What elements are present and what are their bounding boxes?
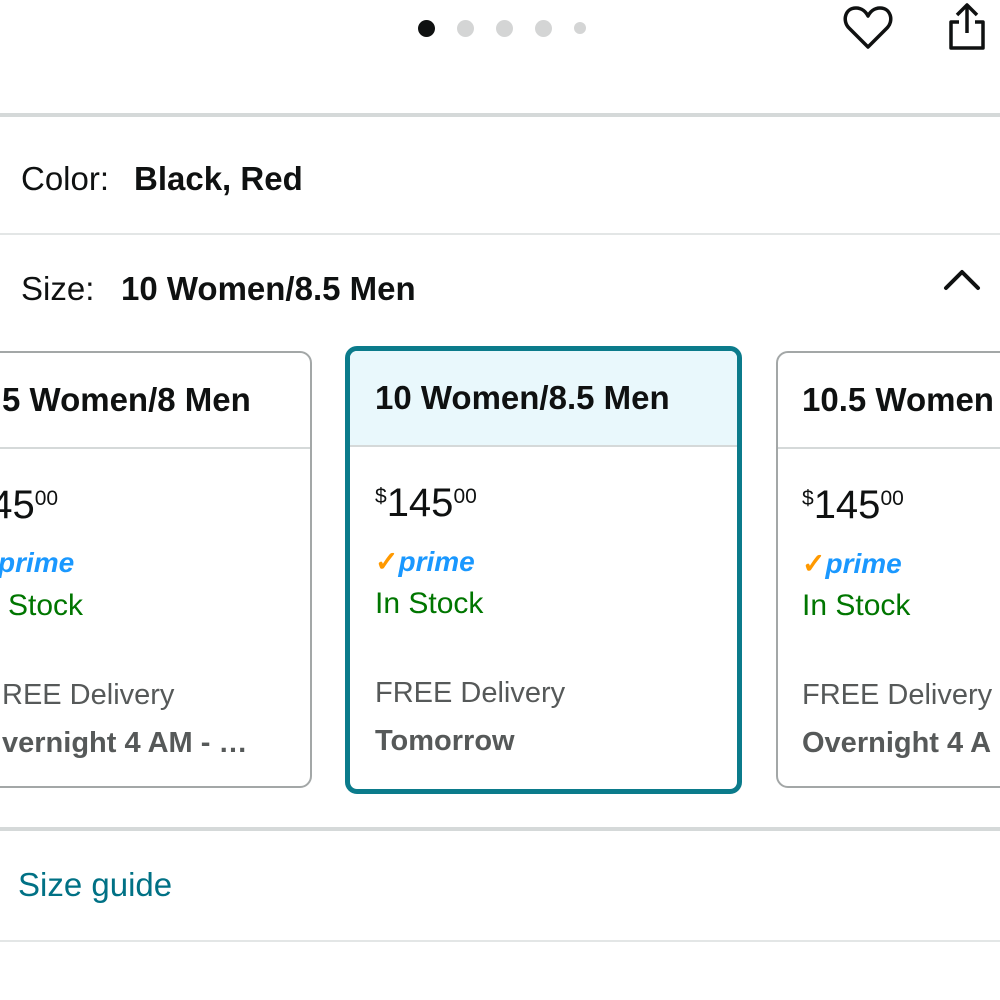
share-icon[interactable] [940, 0, 994, 54]
size-card[interactable]: 5 Women/8 Men 14500 prime Stock REE Deli… [0, 351, 312, 788]
prime-label: prime [825, 548, 902, 579]
prime-badge: ✓prime [802, 547, 902, 580]
size-card-price: $14500 [375, 481, 477, 526]
price-whole: 145 [0, 483, 35, 527]
size-label: Size: [21, 270, 95, 307]
size-value: 10 Women/8.5 Men [121, 270, 416, 307]
price-fraction: 00 [34, 487, 59, 510]
color-value: Black, Red [134, 160, 303, 197]
stock-status: In Stock [802, 589, 911, 622]
row-divider [0, 233, 1000, 235]
size-card[interactable]: 10.5 Women $14500 ✓prime In Stock FREE D… [776, 351, 1000, 788]
carousel-dot[interactable] [457, 19, 474, 37]
price-currency: $ [375, 485, 387, 508]
carousel-dot[interactable] [496, 19, 513, 37]
row-divider [0, 940, 1000, 942]
size-card-title: 10.5 Women [802, 381, 994, 418]
section-divider [0, 827, 1000, 831]
size-card-title-bar: 5 Women/8 Men [0, 353, 310, 449]
color-label: Color: [21, 160, 110, 197]
carousel-dots [418, 16, 608, 40]
price-fraction: 00 [453, 485, 477, 508]
heart-icon[interactable] [841, 0, 895, 54]
prime-badge: ✓prime [375, 545, 475, 578]
size-card-title-bar: 10 Women/8.5 Men [350, 351, 737, 447]
prime-check-icon: ✓ [802, 548, 826, 579]
carousel-dot-active[interactable] [418, 19, 435, 37]
price-currency: $ [802, 487, 814, 510]
prime-check-icon: ✓ [375, 546, 399, 577]
carousel-dot[interactable] [535, 19, 552, 37]
prime-label: prime [0, 547, 75, 578]
size-card-price: 14500 [0, 483, 58, 528]
delivery-label: FREE Delivery [802, 679, 993, 711]
size-guide-link[interactable]: Size guide [18, 866, 172, 904]
delivery-time: Tomorrow [375, 725, 515, 757]
size-card-title: 10 Women/8.5 Men [375, 379, 670, 416]
carousel-dot[interactable] [574, 22, 586, 34]
size-card-title-bar: 10.5 Women [778, 353, 1000, 449]
stock-status: Stock [8, 589, 84, 622]
size-card-title: 5 Women/8 Men [2, 381, 251, 418]
price-whole: 145 [386, 481, 454, 525]
delivery-time: Overnight 4 A [802, 727, 992, 759]
section-divider [0, 113, 1000, 117]
delivery-time: vernight 4 AM - … [2, 727, 248, 759]
price-whole: 145 [813, 483, 881, 527]
prime-label: prime [398, 546, 475, 577]
size-card-selected[interactable]: 10 Women/8.5 Men $14500 ✓prime In Stock … [345, 346, 742, 794]
stock-status: In Stock [375, 587, 484, 620]
price-fraction: 00 [880, 487, 904, 510]
delivery-label: REE Delivery [2, 679, 175, 711]
delivery-label: FREE Delivery [375, 677, 566, 709]
prime-badge: prime [0, 547, 74, 579]
chevron-up-icon[interactable] [938, 262, 986, 298]
size-card-price: $14500 [802, 483, 904, 528]
